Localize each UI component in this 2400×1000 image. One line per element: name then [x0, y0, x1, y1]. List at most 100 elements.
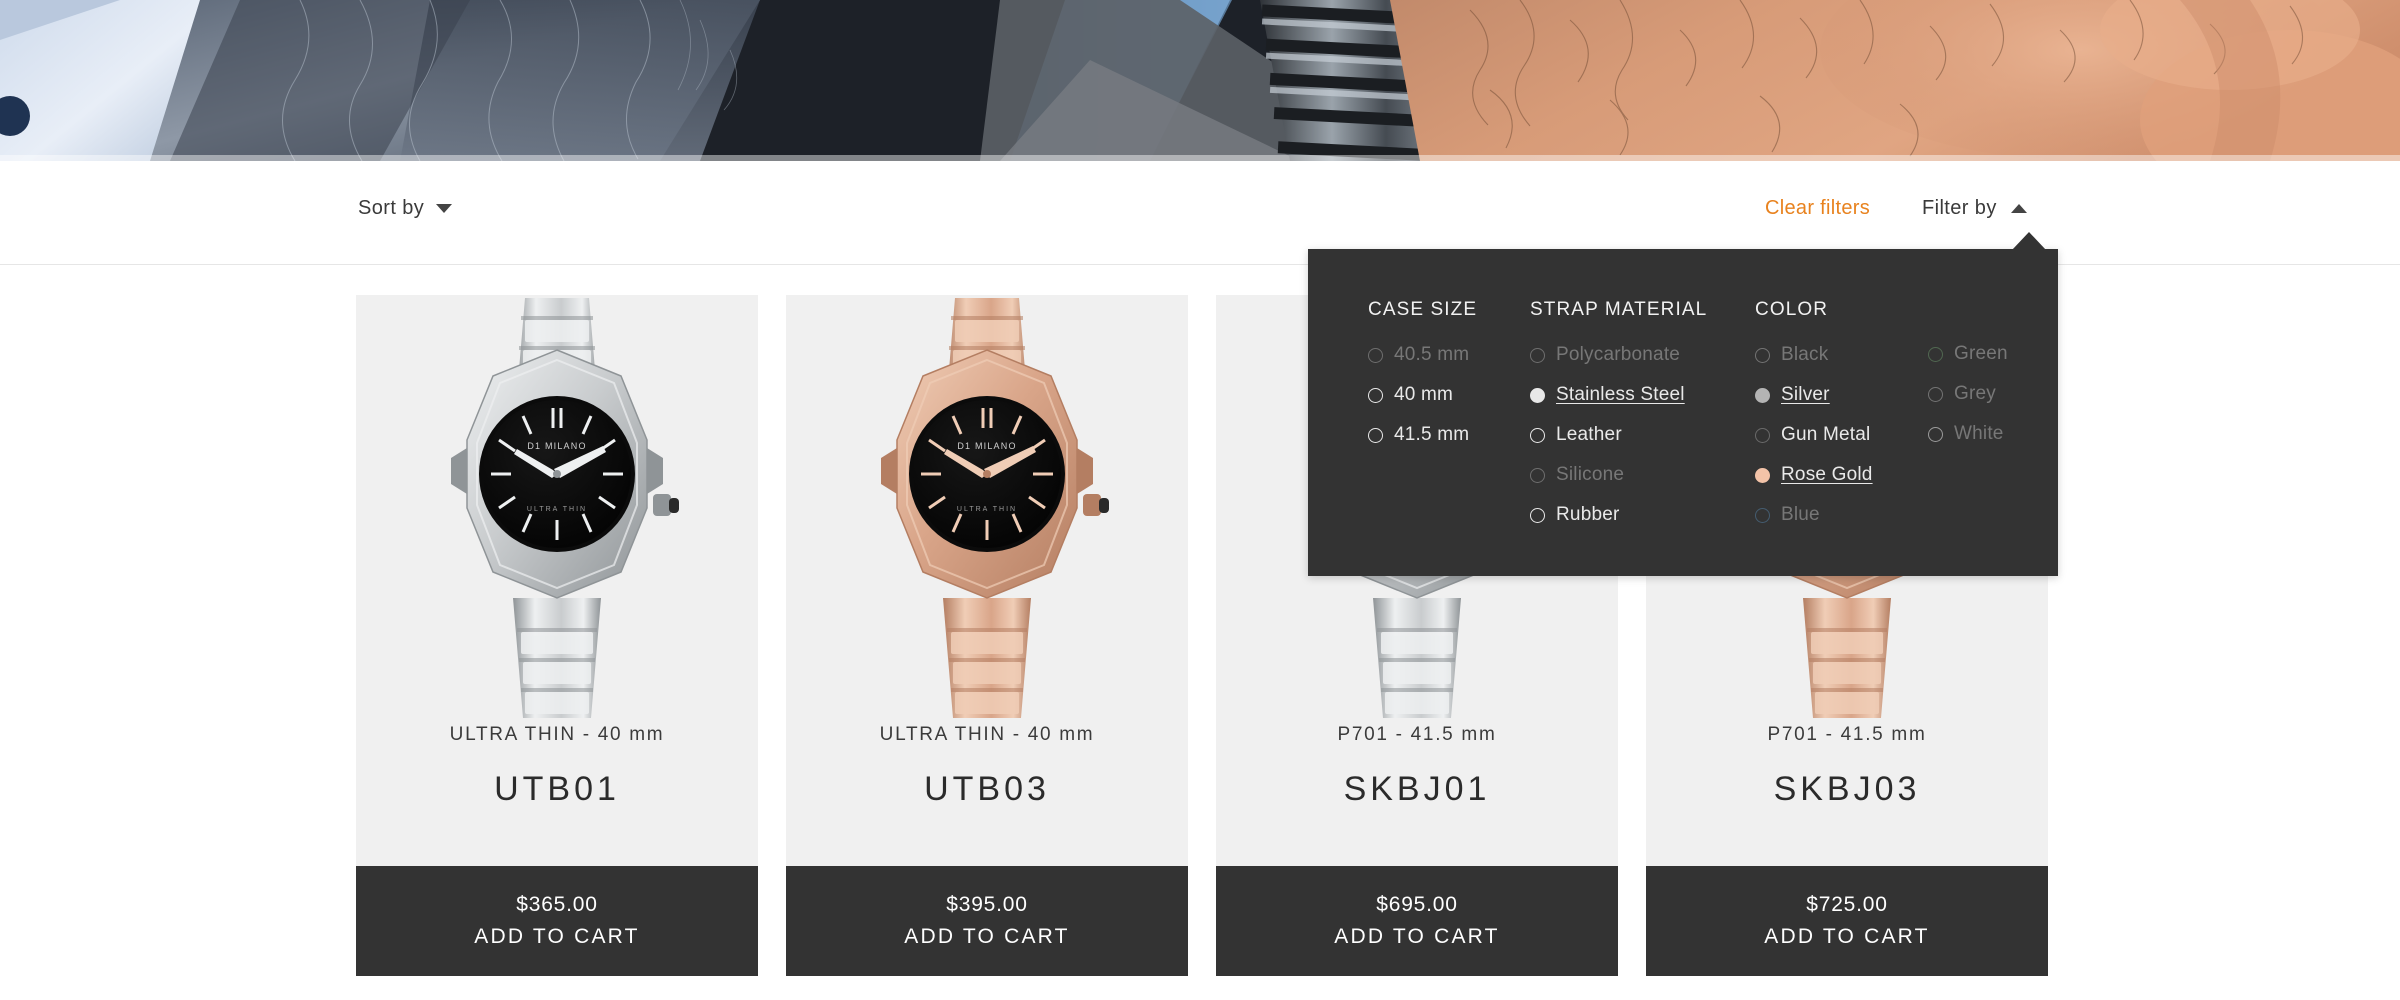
product-price: $365.00	[516, 893, 598, 916]
filter-option-strap-material-1[interactable]: Stainless Steel	[1530, 375, 1685, 415]
filter-option-case-size-1[interactable]: 40 mm	[1368, 375, 1453, 415]
filter-group-color: COLOR Black Silver Gun Metal Rose Gold Blue	[1755, 299, 1915, 535]
filter-option-case-size-2[interactable]: 41.5 mm	[1368, 415, 1469, 455]
filter-option-case-size-0: 40.5 mm	[1368, 335, 1469, 375]
filter-group-strap-material: STRAP MATERIAL Polycarbonate Stainless Ste…	[1530, 299, 1760, 535]
radio-icon	[1530, 467, 1545, 483]
filter-group-case-size: CASE SIZE 40.5 mm 40 mm 41.5 mm	[1368, 299, 1518, 455]
filter-option-color-4: Blue	[1755, 495, 1820, 535]
filter-group-color-column-2: Green Grey White	[1928, 334, 2068, 454]
svg-text:D1 MILANO: D1 MILANO	[957, 441, 1016, 451]
filter-option-color-1[interactable]: Silver	[1755, 375, 1830, 415]
filter-option-label: Gun Metal	[1781, 424, 1871, 445]
product-name: UTB01	[494, 770, 620, 808]
product-name: UTB03	[924, 770, 1050, 808]
svg-text:ULTRA THIN: ULTRA THIN	[527, 506, 587, 513]
add-to-cart-button[interactable]: $725.00 ADD TO CART	[1646, 866, 2048, 976]
product-price: $695.00	[1376, 893, 1458, 916]
filter-option-label: Grey	[1954, 383, 1996, 404]
product-card[interactable]: D1 MILANO ULTRA THIN ULTRA THIN - 40 mm U…	[356, 295, 758, 976]
radio-icon	[1755, 507, 1770, 523]
add-to-cart-button[interactable]: $365.00 ADD TO CART	[356, 866, 758, 976]
filter-option-strap-material-0: Polycarbonate	[1530, 335, 1680, 375]
product-name: SKBJ03	[1773, 770, 1921, 808]
product-meta: ULTRA THIN - 40 mm UTB01	[356, 720, 758, 809]
radio-icon	[1928, 386, 1943, 402]
product-subtitle: P701 - 41.5 mm	[1337, 724, 1497, 745]
radio-icon	[1530, 507, 1545, 523]
filter-option-color-6: Grey	[1928, 374, 1996, 414]
product-image[interactable]: D1 MILANO ULTRA THIN	[786, 295, 1188, 720]
hero-banner-image	[0, 0, 2400, 161]
filter-option-label: 40.5 mm	[1394, 344, 1470, 365]
filter-option-label: Leather	[1556, 424, 1622, 445]
product-image[interactable]: D1 MILANO ULTRA THIN	[356, 295, 758, 720]
watch-product-image: D1 MILANO ULTRA THIN	[881, 297, 1109, 718]
hero-photo	[0, 0, 2400, 161]
sort-by-dropdown[interactable]: Sort by	[358, 197, 453, 220]
filter-option-strap-material-2[interactable]: Leather	[1530, 415, 1622, 455]
filter-option-color-7: White	[1928, 414, 2004, 454]
radio-icon	[1368, 387, 1383, 403]
add-to-cart-label: ADD TO CART	[1334, 925, 1500, 948]
filter-option-label: Polycarbonate	[1556, 344, 1681, 365]
filter-option-color-0: Black	[1755, 335, 1828, 375]
radio-icon	[1755, 347, 1770, 363]
radio-icon	[1530, 387, 1545, 403]
radio-icon	[1755, 467, 1770, 483]
product-subtitle: P701 - 41.5 mm	[1767, 724, 1927, 745]
svg-text:ULTRA THIN: ULTRA THIN	[957, 506, 1017, 513]
filter-option-label: 40 mm	[1394, 384, 1454, 405]
radio-icon	[1368, 347, 1383, 363]
filter-option-label: White	[1954, 423, 2004, 444]
radio-icon	[1530, 347, 1545, 363]
radio-icon	[1928, 346, 1943, 362]
filter-group-title: COLOR	[1755, 299, 1829, 320]
filter-option-strap-material-4[interactable]: Rubber	[1530, 495, 1620, 535]
filter-option-label: Silver	[1781, 384, 1830, 405]
chevron-down-icon	[436, 204, 453, 213]
filter-option-color-2[interactable]: Gun Metal	[1755, 415, 1870, 455]
add-to-cart-label: ADD TO CART	[904, 925, 1070, 948]
radio-icon	[1755, 387, 1770, 403]
watch-product-image: D1 MILANO ULTRA THIN	[451, 297, 679, 718]
filter-option-strap-material-3: Silicone	[1530, 455, 1624, 495]
filter-option-color-5: Green	[1928, 334, 2008, 374]
svg-text:D1 MILANO: D1 MILANO	[527, 441, 586, 451]
filter-option-label: Rubber	[1556, 504, 1620, 525]
filter-option-label: Rose Gold	[1781, 464, 1873, 485]
add-to-cart-label: ADD TO CART	[1764, 925, 1930, 948]
radio-icon	[1530, 427, 1545, 443]
product-subtitle: ULTRA THIN - 40 mm	[879, 724, 1095, 745]
filter-by-label: Filter by	[1922, 197, 1997, 219]
add-to-cart-button[interactable]: $395.00 ADD TO CART	[786, 866, 1188, 976]
filter-option-label: 41.5 mm	[1394, 424, 1470, 445]
chevron-up-icon	[2010, 204, 2027, 213]
product-card[interactable]: D1 MILANO ULTRA THIN ULTRA THIN - 40 mm U…	[786, 295, 1188, 976]
radio-icon	[1928, 426, 1943, 442]
sort-by-label: Sort by	[358, 197, 425, 219]
filter-option-label: Black	[1781, 344, 1829, 365]
radio-icon	[1755, 427, 1770, 443]
product-listing-page: Sort by Clear filters Filter by D1 MILAN…	[0, 0, 2400, 1000]
filter-option-label: Green	[1954, 343, 2008, 364]
product-price: $725.00	[1806, 893, 1888, 916]
filter-option-color-3[interactable]: Rose Gold	[1755, 455, 1873, 495]
filter-option-label: Blue	[1781, 504, 1820, 525]
product-meta: P701 - 41.5 mm SKBJ01	[1216, 720, 1618, 809]
product-name: SKBJ01	[1343, 770, 1491, 808]
product-meta: ULTRA THIN - 40 mm UTB03	[786, 720, 1188, 809]
filter-option-label: Silicone	[1556, 464, 1625, 485]
product-meta: P701 - 41.5 mm SKBJ03	[1646, 720, 2048, 809]
filter-panel: CASE SIZE 40.5 mm 40 mm 41.5 mm STRAP MATERI…	[1308, 249, 2058, 576]
radio-icon	[1368, 427, 1383, 443]
filter-option-label: Stainless Steel	[1556, 384, 1685, 405]
filter-panel-arrow	[2012, 232, 2046, 250]
clear-filters-button[interactable]: Clear filters	[1765, 197, 1870, 220]
filter-by-toggle[interactable]: Filter by	[1922, 197, 2027, 220]
add-to-cart-label: ADD TO CART	[474, 925, 640, 948]
filter-group-title: STRAP MATERIAL	[1530, 299, 1708, 320]
add-to-cart-button[interactable]: $695.00 ADD TO CART	[1216, 866, 1618, 976]
filter-group-title: CASE SIZE	[1368, 299, 1478, 320]
product-price: $395.00	[946, 893, 1028, 916]
